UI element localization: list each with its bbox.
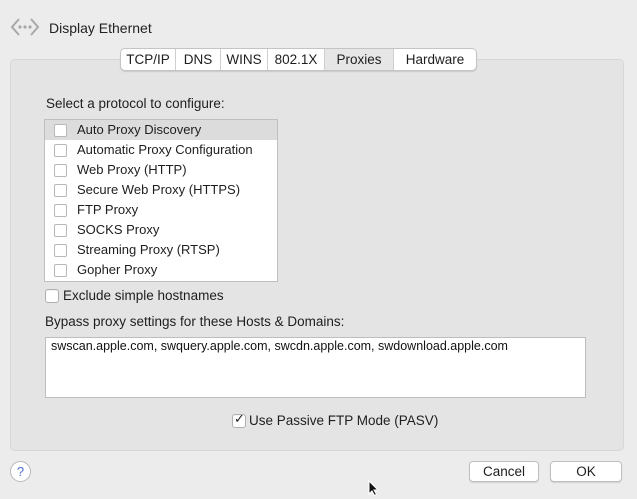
protocol-checkbox[interactable] [54,184,67,197]
bypass-label: Bypass proxy settings for these Hosts & … [45,314,345,329]
protocol-label: FTP Proxy [77,202,139,217]
tab-hardware[interactable]: Hardware [394,49,476,70]
protocol-label: Streaming Proxy (RTSP) [77,242,220,257]
protocol-label: Automatic Proxy Configuration [77,142,253,157]
protocol-row[interactable]: Web Proxy (HTTP) [45,160,277,180]
exclude-simple-hostnames-label: Exclude simple hostnames [63,288,224,303]
bypass-hosts-field[interactable]: swscan.apple.com, swquery.apple.com, swc… [45,337,586,398]
ok-button[interactable]: OK [550,461,622,482]
protocol-row[interactable]: Auto Proxy Discovery [45,120,277,140]
protocol-checkbox[interactable] [54,124,67,137]
protocol-label: Secure Web Proxy (HTTPS) [77,182,241,197]
tab-bar: TCP/IP DNS WINS 802.1X Proxies Hardware [120,48,477,71]
tab-proxies[interactable]: Proxies [325,49,394,70]
checkmark-icon: ✓ [234,411,245,426]
cancel-button[interactable]: Cancel [469,461,539,482]
protocol-row[interactable]: FTP Proxy [45,200,277,220]
protocol-row[interactable]: Automatic Proxy Configuration [45,140,277,160]
protocol-checkbox[interactable] [54,244,67,257]
window-title: Display Ethernet [49,20,152,36]
protocol-checkbox[interactable] [54,144,67,157]
protocol-checkbox[interactable] [54,224,67,237]
ethernet-icon [10,16,40,38]
tab-tcpip[interactable]: TCP/IP [121,49,176,70]
protocol-label: Auto Proxy Discovery [77,122,202,137]
tab-dns[interactable]: DNS [176,49,221,70]
protocol-label: Gopher Proxy [77,262,158,277]
protocol-label: Web Proxy (HTTP) [77,162,187,177]
help-button[interactable]: ? [10,461,31,482]
protocol-list[interactable]: Auto Proxy Discovery Automatic Proxy Con… [44,119,278,282]
tab-8021x[interactable]: 802.1X [268,49,325,70]
protocol-row[interactable]: Secure Web Proxy (HTTPS) [45,180,277,200]
exclude-simple-hostnames-checkbox[interactable] [45,289,59,303]
protocol-row[interactable]: SOCKS Proxy [45,220,277,240]
protocol-checkbox[interactable] [54,164,67,177]
passive-ftp-label: Use Passive FTP Mode (PASV) [249,413,439,428]
protocol-row[interactable]: Streaming Proxy (RTSP) [45,240,277,260]
protocol-label: SOCKS Proxy [77,222,160,237]
protocol-checkbox[interactable] [54,204,67,217]
mouse-cursor-icon [368,479,380,497]
protocol-row[interactable]: Gopher Proxy [45,260,277,280]
protocol-select-label: Select a protocol to configure: [46,96,225,111]
tab-wins[interactable]: WINS [221,49,268,70]
protocol-checkbox[interactable] [54,264,67,277]
bypass-hosts-value: swscan.apple.com, swquery.apple.com, swc… [51,339,508,353]
